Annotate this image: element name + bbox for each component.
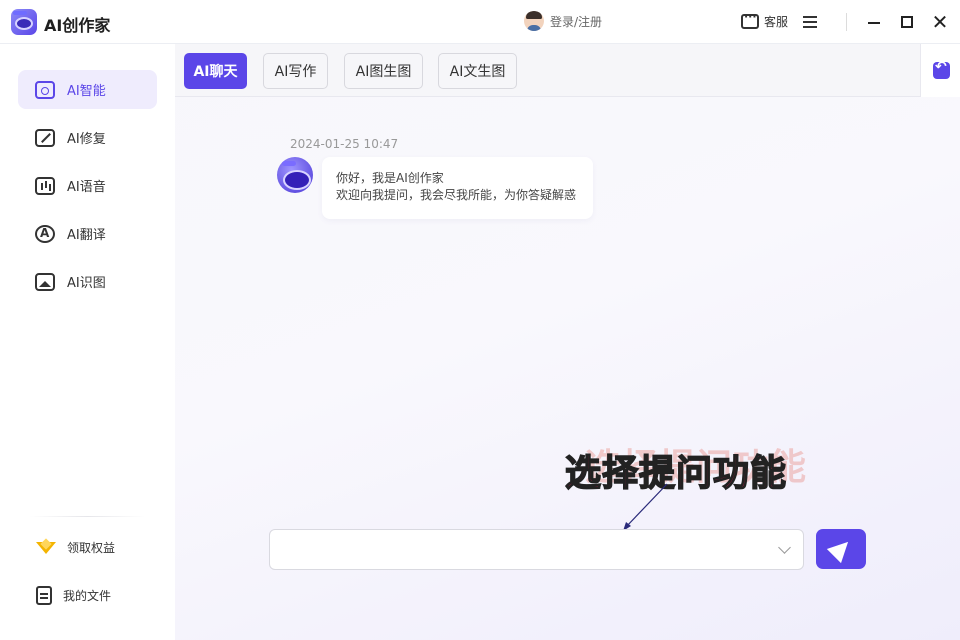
sidebar-item-label: AI修复 bbox=[67, 132, 106, 147]
sidebar-item-ai-translate[interactable]: AI翻译 bbox=[18, 214, 157, 253]
repair-icon bbox=[35, 128, 55, 147]
main-area: AI聊天 AI写作 AI图生图 AI文生图 2024-01-25 10:47 你… bbox=[175, 44, 960, 640]
login-button[interactable]: 登录/注册 bbox=[524, 11, 602, 31]
claim-benefits-button[interactable]: 领取权益 bbox=[36, 539, 115, 556]
sidebar: AI智能 AI修复 AI语音 AI翻译 AI识图 领取权益 我的文件 bbox=[0, 44, 175, 640]
back-icon[interactable] bbox=[933, 59, 950, 79]
close-icon[interactable]: ✕ bbox=[930, 12, 950, 32]
sidebar-item-label: AI识图 bbox=[67, 276, 106, 291]
send-icon bbox=[826, 534, 856, 564]
my-files-button[interactable]: 我的文件 bbox=[36, 586, 111, 605]
file-icon bbox=[36, 586, 52, 605]
annotation-arrow bbox=[623, 483, 668, 531]
question-select-input[interactable] bbox=[269, 529, 804, 570]
chat-message-bubble: 你好，我是AI创作家 欢迎向我提问，我会尽我所能，为你答疑解惑 bbox=[322, 157, 593, 219]
message-line: 你好，我是AI创作家 bbox=[336, 171, 444, 185]
chat-bubble-icon bbox=[741, 10, 759, 29]
user-avatar bbox=[524, 11, 544, 31]
tab-ai-image-to-image[interactable]: AI图生图 bbox=[344, 53, 423, 89]
question-input[interactable] bbox=[270, 530, 750, 568]
sidebar-item-ai-repair[interactable]: AI修复 bbox=[18, 118, 157, 157]
sidebar-item-ai-voice[interactable]: AI语音 bbox=[18, 166, 157, 205]
ai-chat-icon bbox=[35, 80, 55, 99]
claim-benefits-label: 领取权益 bbox=[67, 541, 116, 555]
sidebar-item-label: AI智能 bbox=[67, 84, 106, 99]
tab-bar-action-area bbox=[920, 44, 960, 97]
image-recognition-icon bbox=[35, 272, 55, 291]
service-label: 客服 bbox=[764, 15, 789, 29]
my-files-label: 我的文件 bbox=[63, 589, 112, 603]
tab-ai-text-to-image[interactable]: AI文生图 bbox=[438, 53, 517, 89]
title-bar: AI创作家 登录/注册 客服 ✕ bbox=[0, 0, 960, 44]
annotation-text: 选择提问功能 bbox=[564, 452, 788, 495]
minimize-icon[interactable] bbox=[864, 12, 884, 32]
login-label: 登录/注册 bbox=[550, 14, 603, 29]
message-line: 欢迎向我提问，我会尽我所能，为你答疑解惑 bbox=[336, 188, 577, 202]
app-logo-icon bbox=[11, 9, 37, 35]
chevron-down-icon[interactable] bbox=[778, 541, 791, 554]
menu-icon[interactable] bbox=[803, 16, 817, 28]
crown-icon bbox=[36, 540, 56, 556]
tab-ai-chat[interactable]: AI聊天 bbox=[184, 53, 247, 89]
sidebar-item-ai-image-recognition[interactable]: AI识图 bbox=[18, 262, 157, 301]
sidebar-item-label: AI翻译 bbox=[67, 228, 106, 243]
maximize-icon[interactable] bbox=[897, 12, 917, 32]
sidebar-item-ai-smart[interactable]: AI智能 bbox=[18, 70, 157, 109]
sidebar-item-label: AI语音 bbox=[67, 180, 106, 195]
translate-icon bbox=[35, 224, 55, 243]
title-bar-divider bbox=[846, 13, 847, 31]
tab-ai-writing[interactable]: AI写作 bbox=[263, 53, 328, 89]
customer-service-button[interactable]: 客服 bbox=[741, 10, 789, 30]
sidebar-divider bbox=[30, 516, 145, 517]
bot-avatar bbox=[277, 157, 313, 193]
tab-bar: AI聊天 AI写作 AI图生图 AI文生图 bbox=[175, 44, 960, 97]
message-timestamp: 2024-01-25 10:47 bbox=[290, 137, 399, 151]
send-button[interactable] bbox=[816, 529, 866, 569]
voice-icon bbox=[35, 176, 55, 195]
app-title: AI创作家 bbox=[44, 16, 111, 35]
